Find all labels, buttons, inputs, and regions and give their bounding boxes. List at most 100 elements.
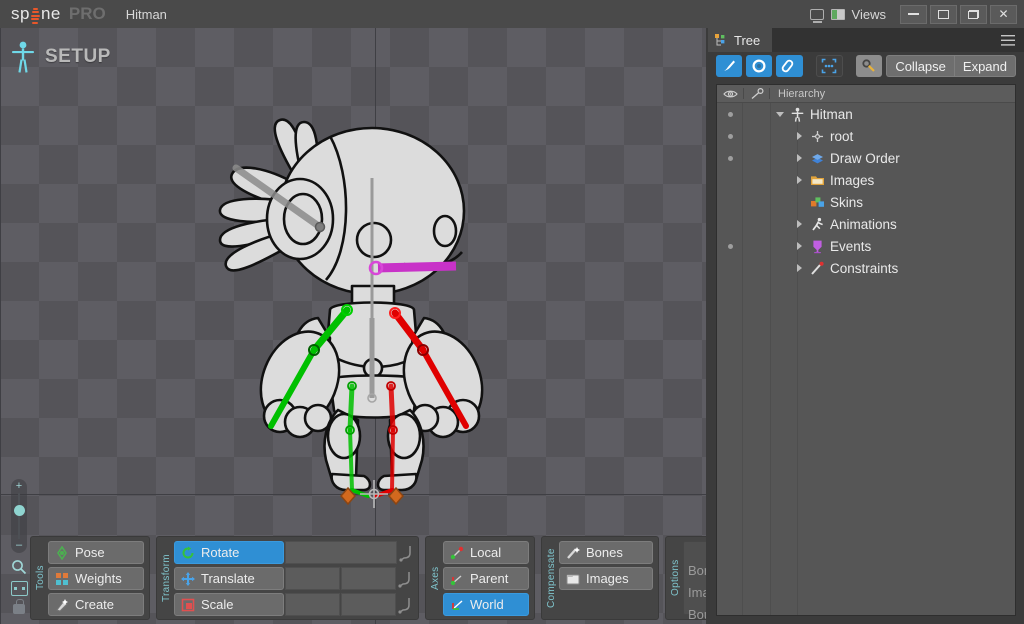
axes-local-icon — [450, 546, 464, 560]
focus-icon[interactable] — [816, 55, 843, 77]
chevron-right-icon[interactable] — [796, 241, 805, 251]
axes-row-world: World — [443, 593, 529, 616]
scale-y-cell[interactable] — [341, 593, 396, 616]
views-menu[interactable]: Views — [809, 7, 886, 23]
rotate-link-icon[interactable] — [397, 541, 413, 564]
compensate-row-bones: Bones — [559, 541, 653, 564]
compensate-row-images: Images — [559, 567, 653, 590]
window-controls: ✕ — [900, 4, 1024, 24]
translate-y-cell[interactable] — [341, 567, 396, 590]
tree-header-row: Hierarchy — [717, 85, 1015, 103]
options-row-bones[interactable]: Bones — [684, 559, 706, 581]
tree-item-hitman[interactable]: Hitman — [717, 103, 1015, 125]
tool-row-create: Create — [48, 593, 144, 616]
options-row-bounds[interactable]: Bounds — [684, 603, 706, 624]
transform-row-scale: Scale — [174, 593, 413, 616]
visibility-dot — [727, 155, 733, 161]
pose-label: Pose — [75, 545, 105, 560]
chevron-down-icon[interactable] — [776, 110, 785, 119]
minimize-icon — [908, 13, 919, 15]
compensate-group: Compensate Bones Images — [541, 536, 659, 620]
scale-x-cell[interactable] — [285, 593, 340, 616]
tree-tabstrip: Tree — [708, 28, 1024, 52]
compensate-images-button[interactable]: Images — [559, 567, 653, 590]
attachment-icon[interactable] — [776, 55, 803, 77]
axes-row-parent: Parent — [443, 567, 529, 590]
zoom-slider-knob[interactable] — [13, 505, 25, 516]
tree-item-label: Animations — [830, 216, 897, 232]
chevron-right-icon[interactable] — [796, 153, 805, 163]
restore-button[interactable] — [960, 4, 987, 24]
tree-item-animations[interactable]: Animations — [717, 213, 1015, 235]
weights-button[interactable]: Weights — [48, 567, 144, 590]
layout-icon — [830, 8, 845, 20]
bone-root-icon — [810, 129, 825, 144]
constraint-icon — [810, 261, 825, 276]
close-icon: ✕ — [998, 7, 1009, 21]
tools-group-label: Tools — [35, 565, 46, 591]
options-group-label: Options — [670, 559, 681, 597]
compensate-bones-button[interactable]: Bones — [559, 541, 653, 564]
tab-tree[interactable]: Tree — [708, 28, 773, 52]
key-icon[interactable] — [856, 55, 883, 77]
tree-icon — [715, 33, 728, 47]
axes-local-button[interactable]: Local — [443, 541, 529, 564]
collapse-button[interactable]: Collapse — [886, 55, 954, 77]
translate-link-icon[interactable] — [396, 567, 412, 590]
tree-row-list: Hitman root Draw Order Images Skins Animation… — [717, 103, 1015, 279]
options-row-images[interactable]: Images — [684, 581, 706, 603]
expand-button[interactable]: Expand — [953, 55, 1016, 77]
tool-row-weights: Weights — [48, 567, 144, 590]
chevron-right-icon[interactable] — [796, 175, 805, 185]
tree-item-draw-order[interactable]: Draw Order — [717, 147, 1015, 169]
viewport-canvas[interactable]: SETUP + – Tools Pose Weights Create Tran… — [0, 28, 706, 624]
scale-icon — [181, 598, 195, 612]
chevron-right-icon — [796, 198, 805, 207]
scale-button[interactable]: Scale — [174, 593, 284, 616]
axes-parent-button[interactable]: Parent — [443, 567, 529, 590]
tree-item-skins[interactable]: Skins — [717, 191, 1015, 213]
title-bar: sp ne PRO Hitman Views ✕ — [0, 0, 1024, 28]
tree-visibility-toggle[interactable] — [717, 111, 743, 117]
header-eye-icon — [717, 89, 743, 99]
tree-hierarchy[interactable]: Hierarchy Hitman root Draw Order Images Skin… — [716, 84, 1016, 616]
zoom-in-label: + — [15, 480, 23, 492]
visibility-dot — [727, 133, 733, 139]
pose-button[interactable]: Pose — [48, 541, 144, 564]
translate-button[interactable]: Translate — [174, 567, 284, 590]
options-bounds-label: Bounds — [688, 607, 706, 622]
rotate-value-cell[interactable] — [285, 541, 397, 564]
monitor-icon — [809, 8, 824, 23]
tree-visibility-toggle[interactable] — [717, 133, 743, 139]
header-key-icon — [743, 88, 770, 99]
rotate-button[interactable]: Rotate — [174, 541, 284, 564]
skeleton-icon — [790, 107, 805, 122]
translate-x-cell[interactable] — [285, 567, 340, 590]
circle-icon[interactable] — [746, 55, 773, 77]
pose-icon — [55, 545, 69, 560]
tree-item-events[interactable]: Events — [717, 235, 1015, 257]
maximize-button[interactable] — [930, 4, 957, 24]
axes-group-label: Axes — [430, 566, 441, 590]
brush-icon[interactable] — [716, 55, 743, 77]
folder-icon — [810, 173, 825, 188]
chevron-right-icon[interactable] — [796, 131, 805, 141]
chevron-right-icon[interactable] — [796, 263, 805, 273]
axes-world-button[interactable]: World — [443, 593, 529, 616]
create-icon — [55, 598, 69, 612]
tree-item-label: Hitman — [810, 106, 853, 122]
visibility-dot — [727, 243, 733, 249]
tree-item-images[interactable]: Images — [717, 169, 1015, 191]
panel-menu-button[interactable] — [992, 28, 1024, 52]
tree-visibility-toggle[interactable] — [717, 243, 743, 249]
create-button[interactable]: Create — [48, 593, 144, 616]
scale-link-icon[interactable] — [396, 593, 412, 616]
close-button[interactable]: ✕ — [990, 4, 1017, 24]
tree-visibility-toggle[interactable] — [717, 155, 743, 161]
tree-item-constraints[interactable]: Constraints — [717, 257, 1015, 279]
minimize-button[interactable] — [900, 4, 927, 24]
tree-item-root[interactable]: root — [717, 125, 1015, 147]
transform-group-label: Transform — [161, 554, 172, 602]
rotate-label: Rotate — [201, 545, 240, 560]
chevron-right-icon[interactable] — [796, 219, 805, 229]
